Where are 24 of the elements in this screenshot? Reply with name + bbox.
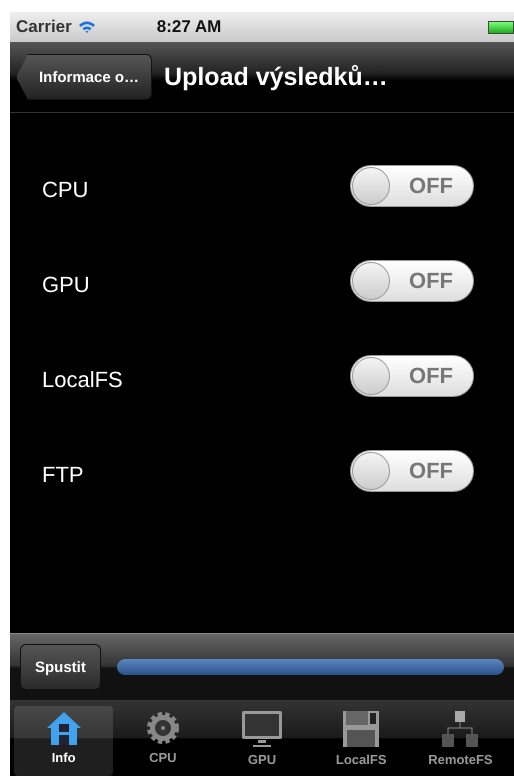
toggle-switch[interactable]: OFF: [350, 260, 474, 302]
carrier-name: Carrier: [16, 17, 72, 37]
wifi-icon: [78, 20, 96, 34]
house-icon: [44, 710, 83, 746]
tab-item[interactable]: CPU: [113, 706, 212, 776]
back-button[interactable]: Informace o…: [16, 54, 152, 100]
setting-label: LocalFS: [42, 367, 123, 393]
battery-icon: [488, 20, 514, 34]
tab-item[interactable]: RemoteFS: [410, 706, 510, 776]
monitor-icon: [241, 710, 283, 748]
toggle-switch[interactable]: OFF: [350, 165, 474, 207]
setting-label: CPU: [42, 177, 88, 203]
toggle-switch[interactable]: OFF: [350, 355, 474, 397]
network-icon: [441, 710, 480, 748]
tab-item[interactable]: GPU: [212, 706, 312, 776]
tab-item[interactable]: LocalFS: [312, 706, 411, 776]
gear-icon: [144, 710, 181, 746]
start-button[interactable]: Spustit: [20, 644, 101, 690]
clock-time: 8:27 AM: [156, 17, 222, 37]
setting-label: FTP: [42, 462, 84, 488]
navigation-title: Upload výsledků…: [164, 62, 388, 92]
tab-item[interactable]: Info: [14, 706, 114, 776]
setting-label: GPU: [42, 272, 90, 298]
toggle-switch[interactable]: OFF: [350, 450, 474, 492]
